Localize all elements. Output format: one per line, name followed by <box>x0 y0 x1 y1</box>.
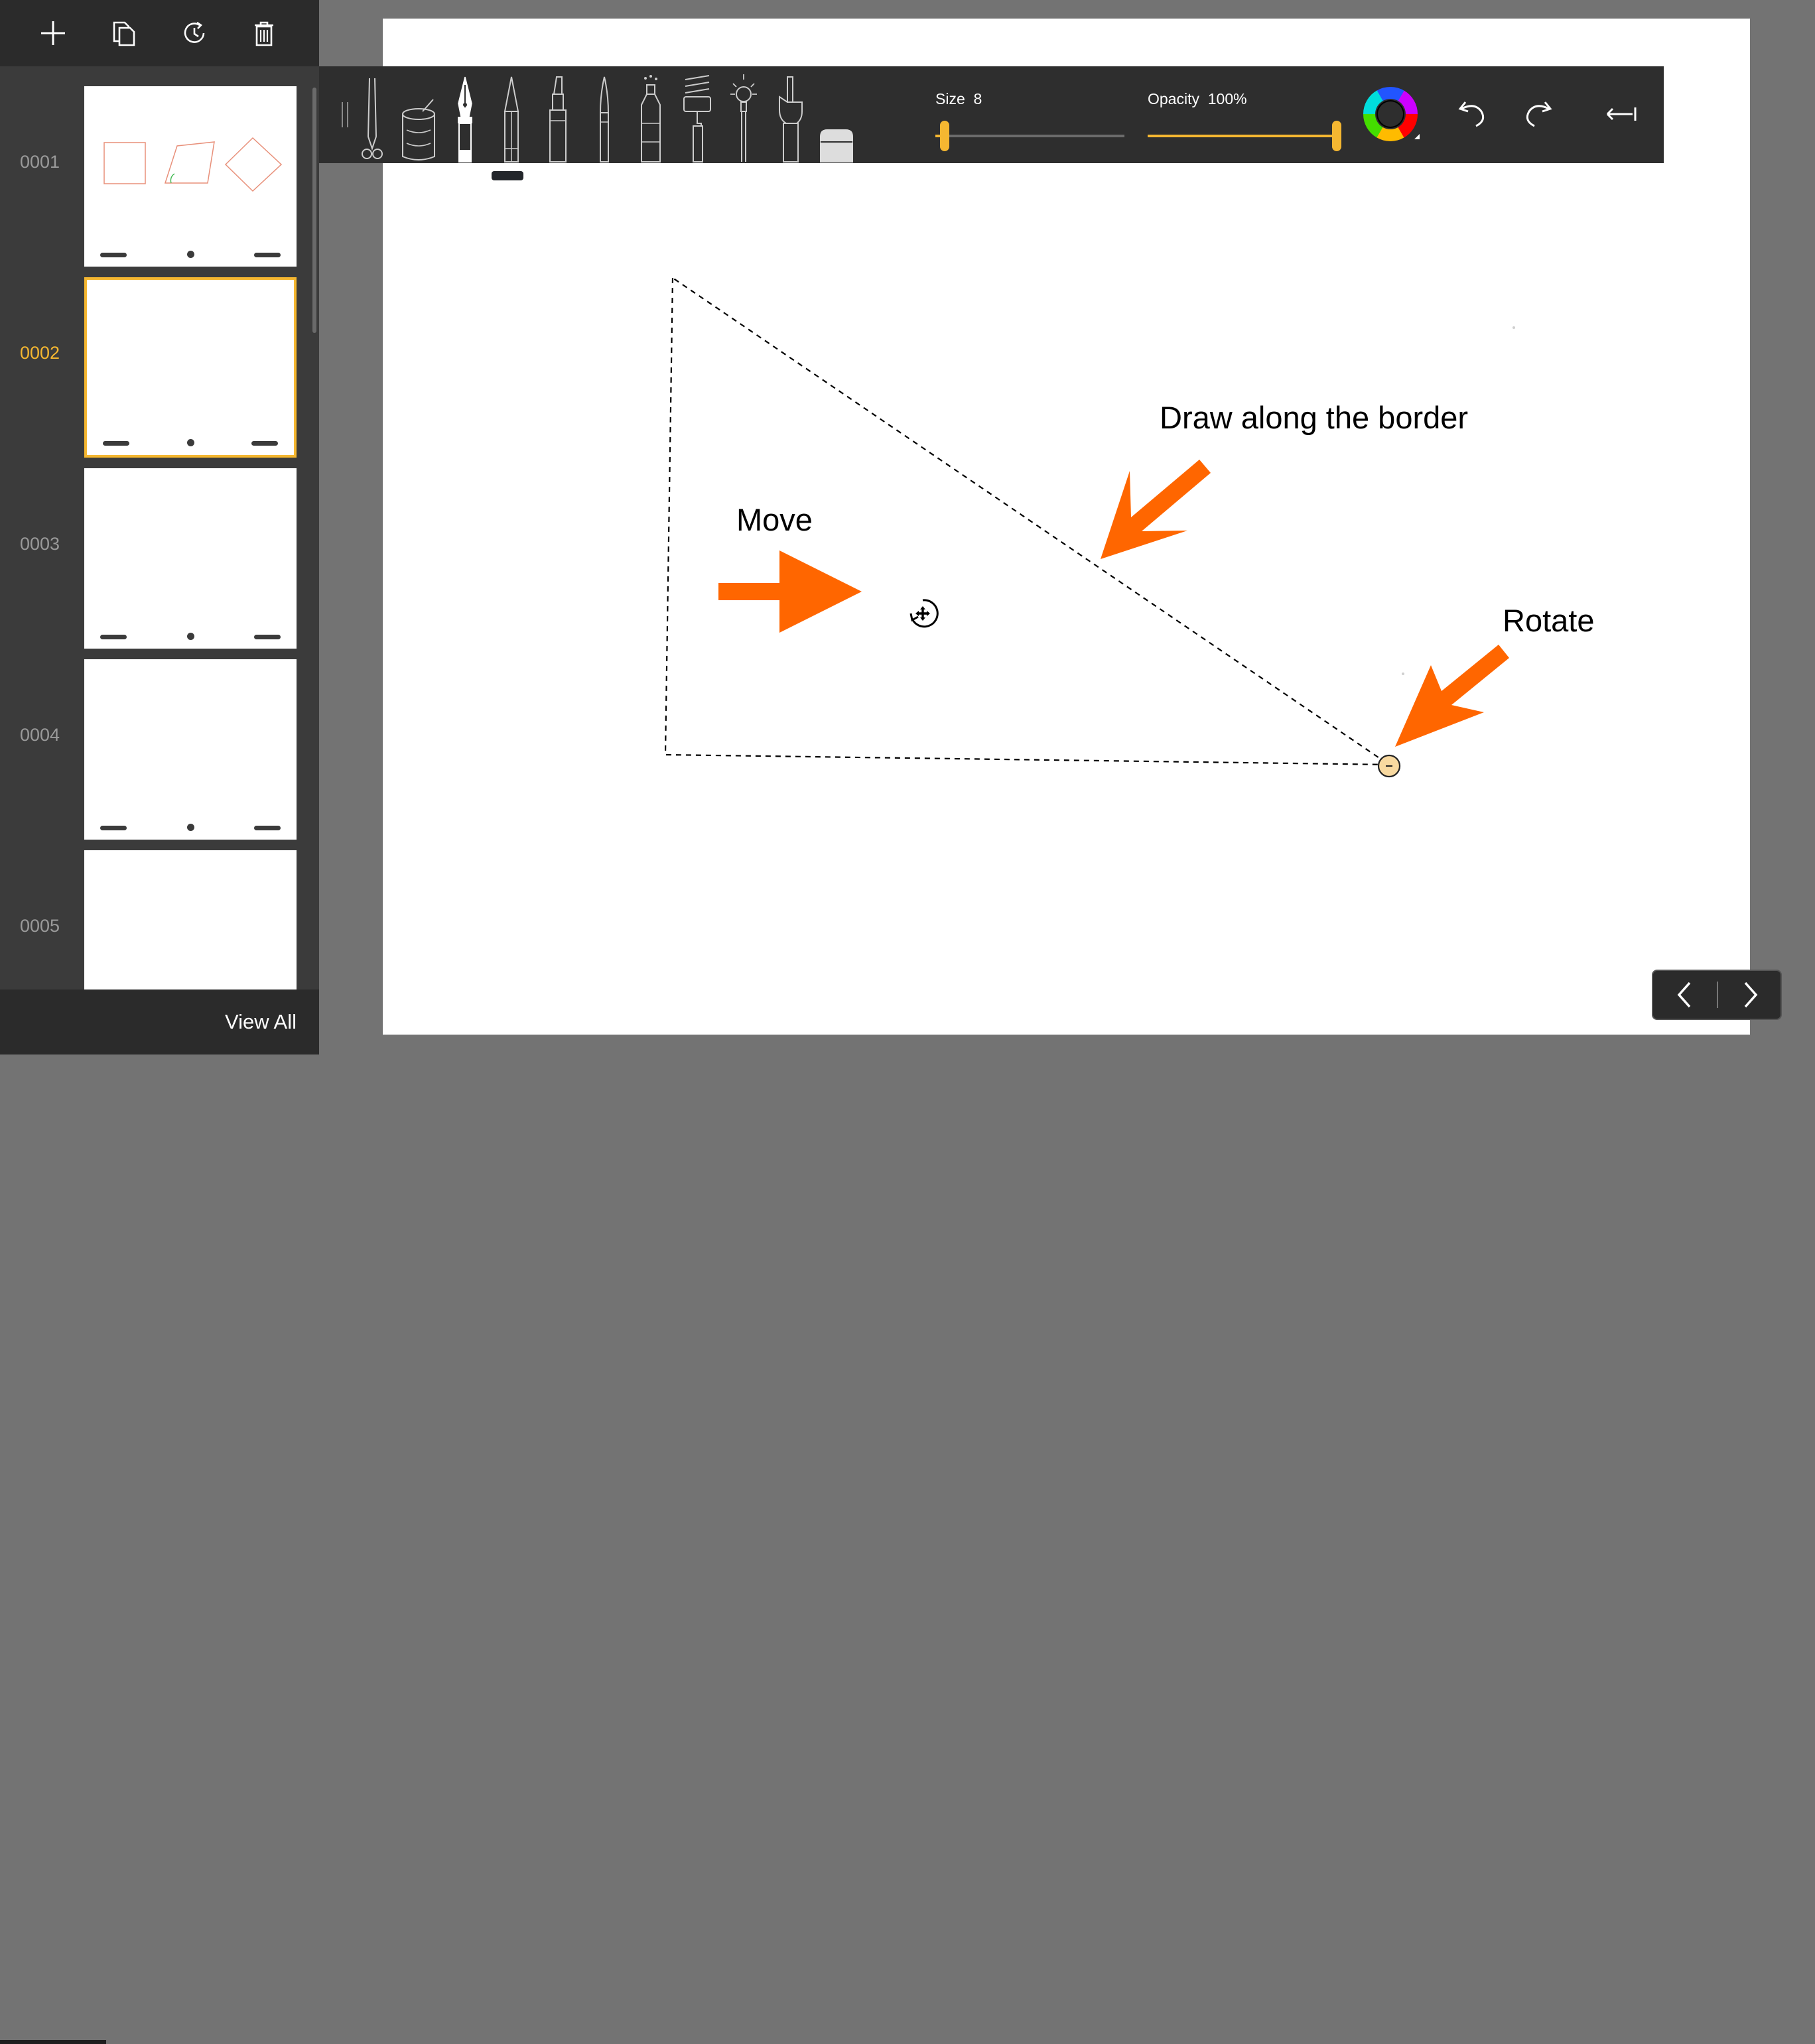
undo-button[interactable] <box>1455 96 1492 133</box>
move-handle-icon[interactable] <box>909 599 939 628</box>
page-marker-right <box>254 253 281 257</box>
page-marker-right <box>254 826 281 830</box>
drawing-toolbar: Size 8 Opacity 100% <box>319 66 1664 163</box>
size-label: Size 8 <box>935 90 982 107</box>
size-slider-track[interactable] <box>935 135 1124 137</box>
tool-finger-smudge[interactable] <box>770 70 810 163</box>
crayon-icon <box>641 75 661 162</box>
size-slider-thumb[interactable] <box>940 121 950 151</box>
tool-glitter-wand[interactable] <box>724 70 764 163</box>
page-number: 0003 <box>20 533 60 554</box>
page-thumbnail[interactable] <box>84 850 297 990</box>
page-marker-left <box>100 635 127 639</box>
history-icon <box>184 21 205 43</box>
page-item-0001[interactable]: 0001 <box>0 66 319 267</box>
fountain-pen-icon <box>458 76 472 162</box>
color-wheel-icon <box>1363 87 1420 141</box>
page-item-0005[interactable]: 0005 <box>0 830 319 990</box>
page-item-0004[interactable]: 0004 <box>0 639 319 840</box>
duplicate-page-button[interactable] <box>97 9 150 57</box>
page-sidebar: 0001 0002 0003 0004 0005 View All <box>0 0 319 2044</box>
tool-crayon[interactable] <box>631 70 671 163</box>
tool-scissors[interactable] <box>352 70 392 163</box>
eraser-icon <box>820 129 853 162</box>
add-page-button[interactable] <box>27 9 80 57</box>
history-button[interactable] <box>168 9 221 57</box>
redo-button[interactable] <box>1518 96 1556 133</box>
page-navigator <box>1652 970 1782 1020</box>
canvas-drawing <box>664 276 1515 778</box>
thumbnail-shapes <box>103 137 283 192</box>
page-item-0002[interactable]: 0002 <box>0 257 319 458</box>
annotation-move: Move <box>736 502 813 537</box>
view-all-button[interactable]: View All <box>225 990 297 1054</box>
sidebar-footer: View All <box>0 990 319 2044</box>
thumbnail-scrollbar[interactable] <box>312 88 316 333</box>
glitter-wand-icon <box>730 74 757 162</box>
collapse-arrow-icon <box>1606 107 1637 121</box>
page-item-0003[interactable]: 0003 <box>0 448 319 649</box>
annotation-draw-border: Draw along the border <box>1160 400 1469 435</box>
paint-roller-icon <box>683 75 711 162</box>
color-picker-button[interactable] <box>1361 85 1422 146</box>
drawing-canvas[interactable]: Draw along the border Move Rotate <box>383 19 1750 1035</box>
page-thumbnail[interactable] <box>84 86 297 267</box>
page-number: 0005 <box>20 915 60 936</box>
sidebar-toolbar <box>0 0 319 66</box>
undo-icon <box>1458 101 1485 127</box>
page-marker-center <box>187 439 194 446</box>
size-value: 8 <box>973 90 982 107</box>
tool-paint-roller[interactable] <box>677 70 717 163</box>
page-thumbnail[interactable] <box>84 468 297 649</box>
scissors-icon <box>362 78 383 159</box>
opacity-slider-thumb[interactable] <box>1332 121 1341 151</box>
tool-eraser[interactable] <box>817 70 856 163</box>
finger-smudge-icon <box>779 76 803 162</box>
tool-brush[interactable] <box>584 70 624 163</box>
tool-fountain-pen[interactable] <box>445 70 485 163</box>
page-marker-left <box>100 253 127 257</box>
arrow-move <box>718 550 862 633</box>
brush-icon <box>599 76 610 162</box>
delete-page-button[interactable] <box>237 9 291 57</box>
rotate-handle[interactable] <box>1377 754 1401 778</box>
page-marker-left <box>103 441 129 446</box>
opacity-label: Opacity 100% <box>1148 90 1247 107</box>
page-marker-right <box>254 635 281 639</box>
opacity-slider-fill <box>1148 135 1337 137</box>
collapse-toolbar-button[interactable] <box>1603 101 1641 127</box>
marker-icon <box>549 76 567 162</box>
redo-icon <box>1526 101 1552 127</box>
trash-icon <box>255 21 273 46</box>
chevron-left-icon <box>1677 982 1691 1008</box>
page-number: 0001 <box>20 151 60 172</box>
chevron-right-icon <box>1744 982 1758 1008</box>
copy-icon <box>113 21 135 46</box>
page-thumbnail[interactable] <box>84 659 297 840</box>
page-thumbnail-selected[interactable] <box>84 277 297 458</box>
tool-marker[interactable] <box>538 70 578 163</box>
paint-bucket-icon <box>402 99 435 160</box>
annotation-rotate: Rotate <box>1503 603 1595 638</box>
pencil-icon <box>504 76 519 162</box>
page-thumbnail-list[interactable]: 0001 0002 0003 0004 0005 <box>0 66 319 990</box>
footer-strip <box>0 2040 106 2044</box>
drag-grip-icon[interactable] <box>340 99 350 130</box>
tool-paint-bucket[interactable] <box>399 70 438 163</box>
opacity-value: 100% <box>1207 90 1247 107</box>
page-marker-left <box>100 826 127 830</box>
add-icon <box>41 21 65 45</box>
arrow-rotate <box>1395 645 1509 747</box>
next-page-button[interactable] <box>1718 971 1782 1019</box>
arrow-border <box>1101 460 1211 559</box>
previous-page-button[interactable] <box>1653 971 1717 1019</box>
page-marker-right <box>251 441 278 446</box>
tool-pencil[interactable] <box>492 70 531 163</box>
page-number: 0002 <box>20 342 60 363</box>
selected-tool-indicator <box>492 171 523 180</box>
page-number: 0004 <box>20 724 60 745</box>
